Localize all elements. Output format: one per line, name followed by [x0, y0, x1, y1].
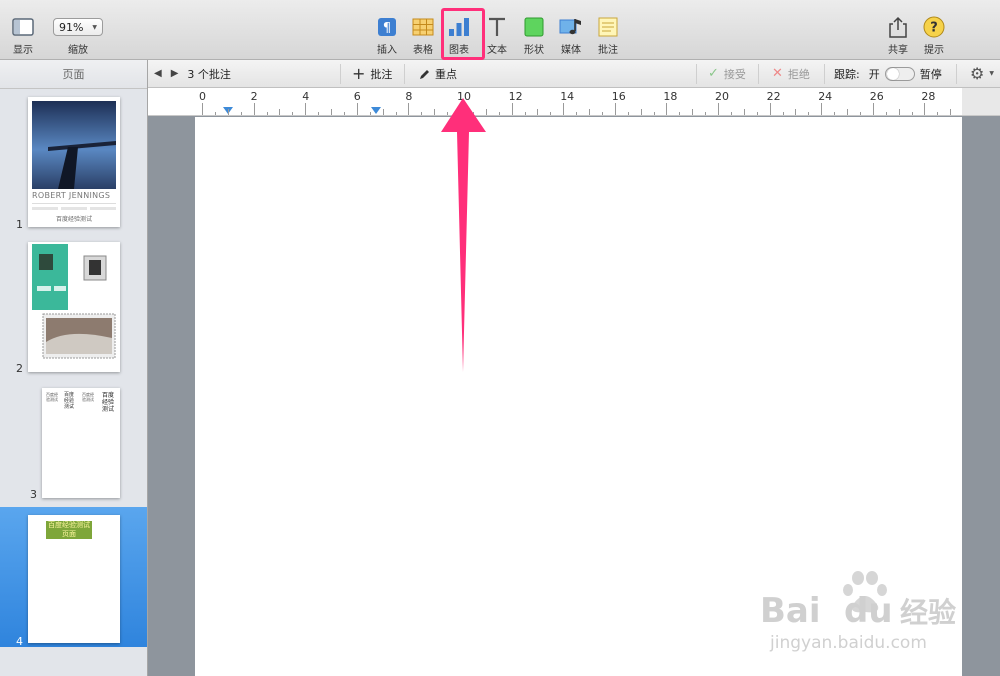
watermark-brand2: du: [844, 591, 893, 631]
watermark-brand: Bai: [760, 591, 821, 631]
watermark-cn: 经验: [900, 596, 956, 629]
pink-arrow: [441, 98, 486, 372]
watermark-url: jingyan.baidu.com: [769, 633, 927, 653]
baidu-watermark: Bai du 经验 jingyan.baidu.com: [760, 571, 956, 653]
